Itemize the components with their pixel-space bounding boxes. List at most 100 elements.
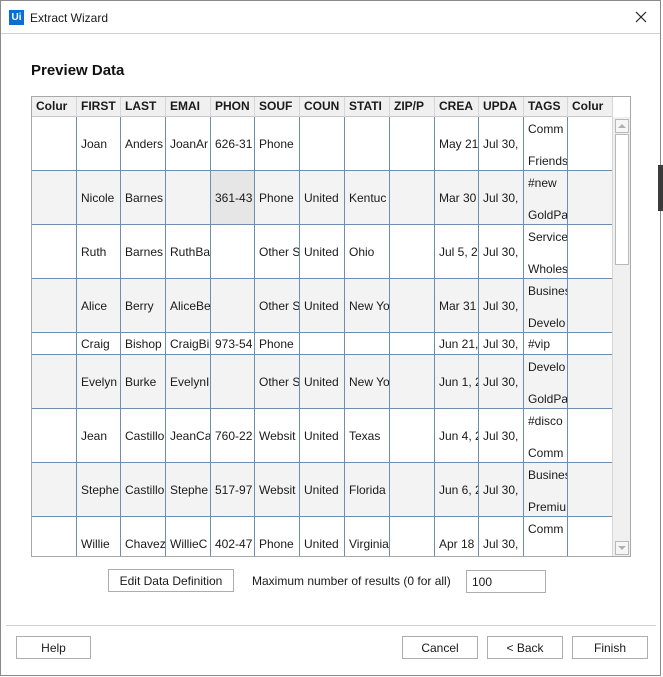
- table-cell[interactable]: [211, 355, 255, 408]
- table-row[interactable]: Joan Anders JoanAr 626-31 Phone May 21 Jul 30,…: [32, 117, 613, 171]
- table-cell[interactable]: Mar 30: [435, 171, 479, 224]
- table-cell[interactable]: United: [300, 279, 345, 332]
- table-cell[interactable]: [568, 409, 613, 462]
- table-row[interactable]: Craig Bishop CraigBi 973-54 Phone Jun 21, Jul …: [32, 333, 613, 355]
- table-cell[interactable]: Barnes: [121, 171, 166, 224]
- table-cell[interactable]: [32, 225, 77, 278]
- table-cell[interactable]: Alice: [77, 279, 121, 332]
- table-cell[interactable]: EvelynI: [166, 355, 211, 408]
- table-cell[interactable]: [32, 517, 77, 556]
- table-cell[interactable]: Jul 30,: [479, 171, 524, 224]
- table-cell[interactable]: [32, 409, 77, 462]
- table-cell[interactable]: May 21: [435, 117, 479, 170]
- table-cell[interactable]: Joan: [77, 117, 121, 170]
- table-cell[interactable]: Busines Premiu: [524, 463, 568, 516]
- table-cell[interactable]: AliceBe: [166, 279, 211, 332]
- table-cell[interactable]: 517-97: [211, 463, 255, 516]
- table-cell[interactable]: 760-22: [211, 409, 255, 462]
- table-cell[interactable]: Apr 18: [435, 517, 479, 556]
- table-cell[interactable]: JoanAr: [166, 117, 211, 170]
- table-cell[interactable]: [568, 333, 613, 354]
- table-cell[interactable]: [568, 171, 613, 224]
- table-cell[interactable]: Bishop: [121, 333, 166, 354]
- table-cell[interactable]: [345, 333, 390, 354]
- table-cell[interactable]: Jun 4, 2: [435, 409, 479, 462]
- table-cell[interactable]: Jul 30,: [479, 225, 524, 278]
- table-cell[interactable]: [32, 171, 77, 224]
- table-cell[interactable]: [568, 463, 613, 516]
- scroll-up-button[interactable]: [615, 119, 629, 133]
- table-cell[interactable]: Ohio: [345, 225, 390, 278]
- column-header[interactable]: EMAI: [166, 97, 211, 117]
- table-cell[interactable]: Phone: [255, 117, 300, 170]
- table-cell[interactable]: Comm Friends: [524, 517, 568, 556]
- table-row[interactable]: Alice Berry AliceBe Other S United New Yo Mar …: [32, 279, 613, 333]
- column-header[interactable]: PHON: [211, 97, 255, 117]
- table-cell[interactable]: Jul 30,: [479, 517, 524, 556]
- table-cell[interactable]: [568, 117, 613, 170]
- table-cell[interactable]: United: [300, 409, 345, 462]
- table-cell[interactable]: Chavez: [121, 517, 166, 556]
- table-cell[interactable]: [390, 409, 435, 462]
- table-cell[interactable]: Other S: [255, 279, 300, 332]
- table-cell[interactable]: Websit: [255, 463, 300, 516]
- table-cell[interactable]: Phone: [255, 171, 300, 224]
- table-row[interactable]: Willie Chavez WillieC 402-47 Phone United Virg…: [32, 517, 613, 556]
- table-cell[interactable]: Comm Friends: [524, 117, 568, 170]
- close-button[interactable]: [628, 5, 654, 29]
- scroll-thumb[interactable]: [615, 134, 629, 265]
- table-cell[interactable]: Florida: [345, 463, 390, 516]
- table-cell[interactable]: Jul 30,: [479, 117, 524, 170]
- table-cell[interactable]: [32, 117, 77, 170]
- table-cell[interactable]: JeanCa: [166, 409, 211, 462]
- table-cell[interactable]: Mar 31: [435, 279, 479, 332]
- table-cell[interactable]: Willie: [77, 517, 121, 556]
- column-header[interactable]: ZIP/P: [390, 97, 435, 117]
- preview-data-grid[interactable]: Colur FIRST LAST EMAI PHON SOUF COUN STATI ZIP/P…: [31, 96, 631, 557]
- table-cell[interactable]: [568, 517, 613, 556]
- column-header[interactable]: STATI: [345, 97, 390, 117]
- table-cell[interactable]: CraigBi: [166, 333, 211, 354]
- table-cell[interactable]: #vip: [524, 333, 568, 354]
- table-cell[interactable]: [32, 333, 77, 354]
- table-cell[interactable]: [390, 279, 435, 332]
- table-cell[interactable]: [390, 171, 435, 224]
- table-cell[interactable]: Jun 6, 2: [435, 463, 479, 516]
- column-header[interactable]: FIRST: [77, 97, 121, 117]
- table-cell[interactable]: [300, 117, 345, 170]
- table-cell[interactable]: Ruth: [77, 225, 121, 278]
- table-cell[interactable]: Jul 30,: [479, 333, 524, 354]
- finish-button[interactable]: Finish: [572, 636, 648, 659]
- table-cell[interactable]: Jean: [77, 409, 121, 462]
- back-button[interactable]: < Back: [487, 636, 563, 659]
- table-cell[interactable]: Other S: [255, 355, 300, 408]
- table-cell[interactable]: [568, 279, 613, 332]
- table-cell[interactable]: Jul 5, 2: [435, 225, 479, 278]
- table-cell[interactable]: [32, 463, 77, 516]
- table-cell[interactable]: Virginia: [345, 517, 390, 556]
- table-cell[interactable]: RuthBa: [166, 225, 211, 278]
- table-cell[interactable]: Texas: [345, 409, 390, 462]
- column-header[interactable]: SOUF: [255, 97, 300, 117]
- column-header[interactable]: UPDA: [479, 97, 524, 117]
- table-cell[interactable]: Phone: [255, 333, 300, 354]
- table-cell[interactable]: Evelyn: [77, 355, 121, 408]
- table-cell[interactable]: #disco Comm: [524, 409, 568, 462]
- table-cell[interactable]: Other S: [255, 225, 300, 278]
- table-cell[interactable]: WillieC: [166, 517, 211, 556]
- table-cell[interactable]: Craig: [77, 333, 121, 354]
- table-row[interactable]: Ruth Barnes RuthBa Other S United Ohio Jul 5, …: [32, 225, 613, 279]
- table-cell[interactable]: Castillo: [121, 463, 166, 516]
- table-cell[interactable]: Castillo: [121, 409, 166, 462]
- table-row[interactable]: Evelyn Burke EvelynI Other S United New Yo Jun…: [32, 355, 613, 409]
- table-cell[interactable]: New Yo: [345, 355, 390, 408]
- table-cell[interactable]: United: [300, 171, 345, 224]
- column-header[interactable]: TAGS: [524, 97, 568, 117]
- table-cell[interactable]: [211, 279, 255, 332]
- table-cell[interactable]: Develo GoldPa: [524, 355, 568, 408]
- column-header[interactable]: Colur: [32, 97, 77, 117]
- cancel-button[interactable]: Cancel: [402, 636, 478, 659]
- table-cell[interactable]: Anders: [121, 117, 166, 170]
- scroll-down-button[interactable]: [615, 541, 629, 555]
- table-cell[interactable]: 973-54: [211, 333, 255, 354]
